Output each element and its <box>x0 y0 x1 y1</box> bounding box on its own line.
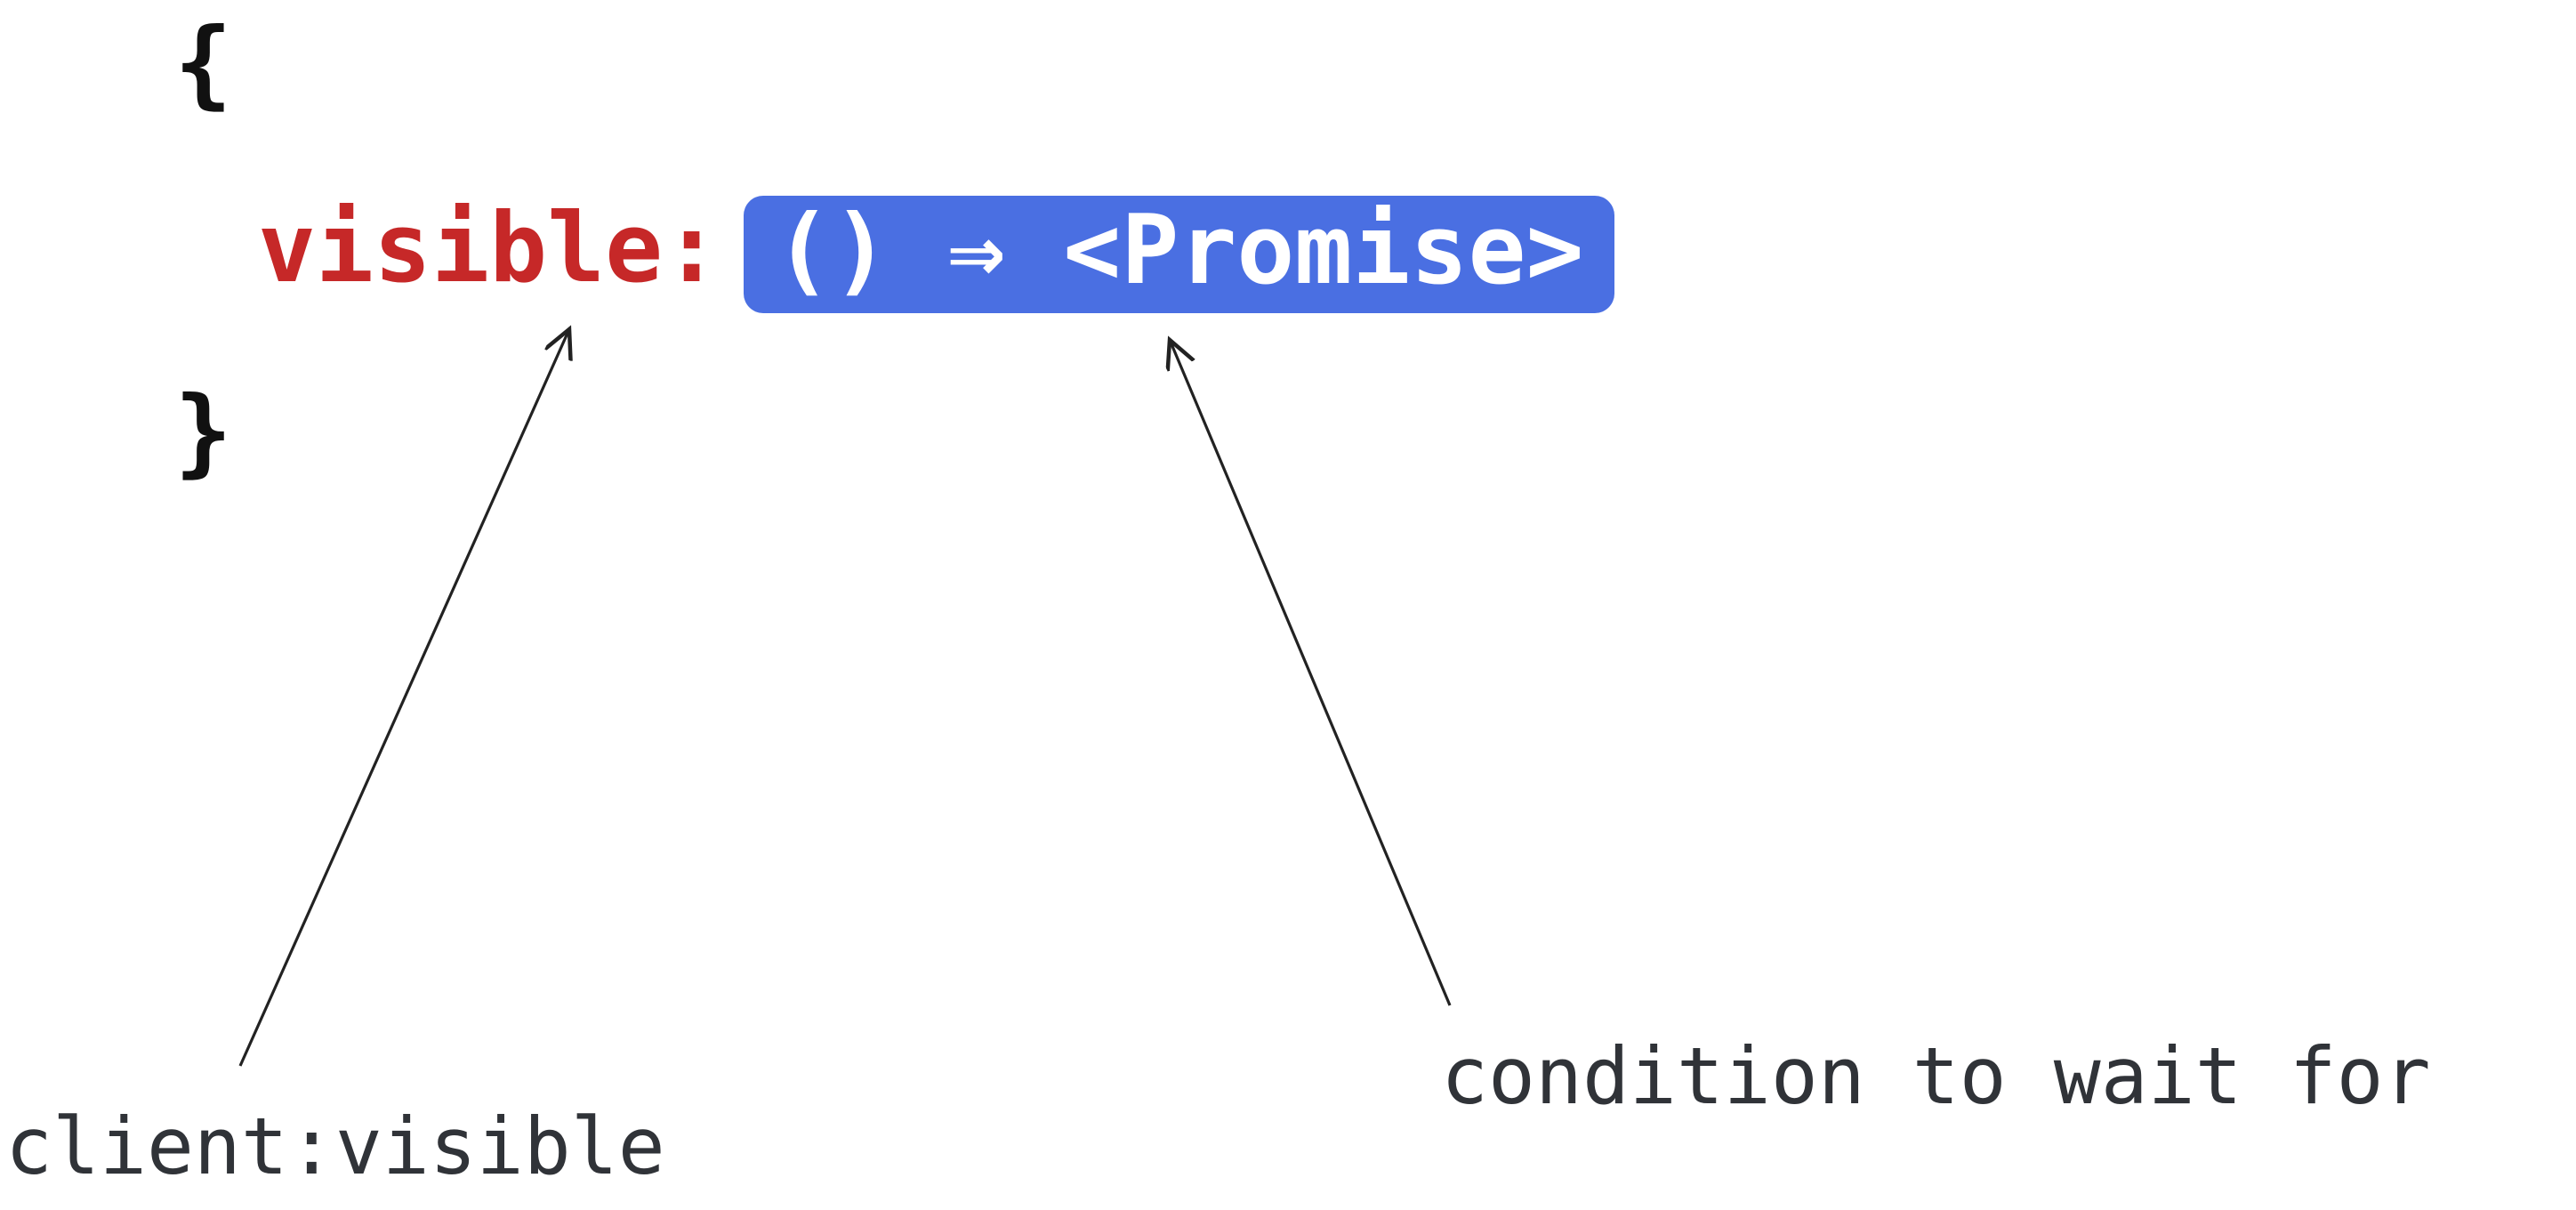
brace-close: } <box>174 384 232 480</box>
code-key: visible <box>258 193 663 304</box>
code-value-badge: () ⇒ <Promise> <box>744 196 1614 313</box>
diagram-stage: { visible:() ⇒ <Promise> } client:visibl… <box>0 0 2576 1210</box>
arrow-left <box>240 329 569 1066</box>
brace-open: { <box>174 16 232 112</box>
arrow-right <box>1170 340 1450 1005</box>
code-row: visible:() ⇒ <Promise> <box>258 196 1614 313</box>
annotation-left: client:visible <box>5 1108 665 1186</box>
annotation-arrows <box>0 0 2576 1210</box>
annotation-right: condition to wait for <box>1441 1037 2431 1116</box>
code-colon: : <box>663 193 720 304</box>
